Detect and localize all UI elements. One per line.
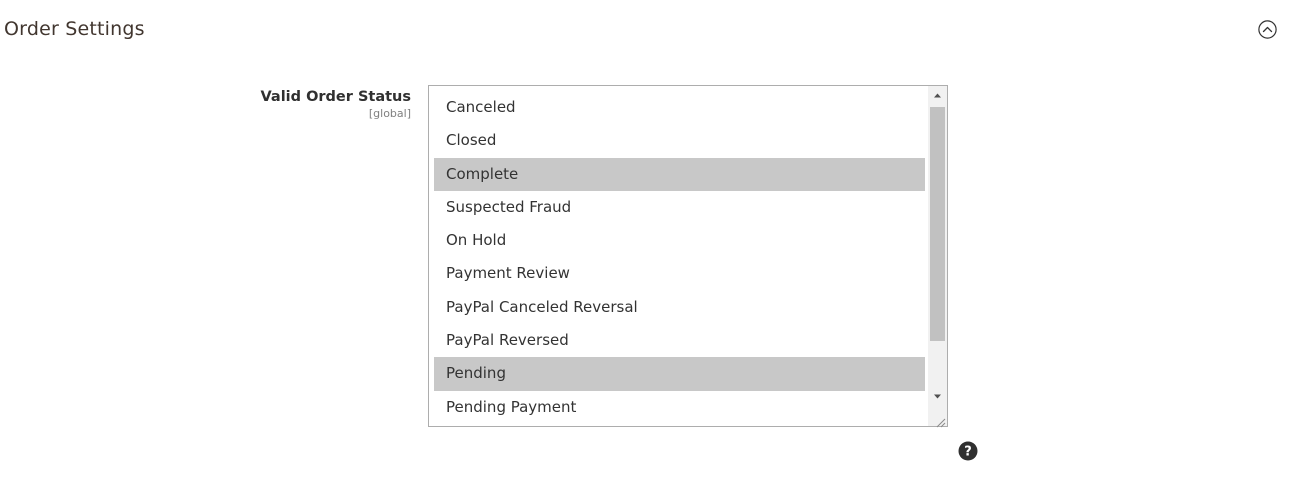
option-list: Canceled Closed Complete Suspected Fraud On … — [434, 91, 925, 424]
svg-text:?: ? — [964, 445, 972, 460]
option-item[interactable]: Pending — [434, 357, 925, 391]
arrow-down-icon — [934, 394, 941, 399]
collapse-section-button[interactable] — [1258, 20, 1277, 39]
arrow-up-icon — [934, 93, 941, 98]
field-scope: [global] — [368, 107, 411, 120]
scroll-thumb[interactable] — [930, 107, 945, 341]
valid-order-status-multiselect[interactable]: Canceled Closed Complete Suspected Fraud On … — [428, 85, 948, 428]
option-item[interactable]: Complete — [434, 157, 925, 191]
admin-config-page: Order Settings Valid Order Status [globa… — [0, 0, 1293, 480]
section-title: Order Settings — [4, 18, 145, 40]
resize-grip-icon[interactable] — [934, 413, 946, 428]
option-item[interactable]: Suspected Fraud — [434, 191, 925, 224]
option-item[interactable]: On Hold — [434, 224, 925, 257]
scroll-up-button[interactable] — [928, 86, 947, 105]
option-item[interactable]: PayPal Canceled Reversal — [434, 291, 925, 324]
scroll-down-button[interactable] — [928, 387, 947, 406]
option-item[interactable]: PayPal Reversed — [434, 324, 925, 357]
question-circle-icon: ? — [958, 441, 978, 461]
chevron-up-circle-icon — [1258, 20, 1277, 39]
option-item[interactable]: Canceled — [434, 91, 925, 124]
field-label-group: Valid Order Status [global] — [151, 87, 411, 121]
field-label: Valid Order Status — [260, 89, 411, 105]
option-item[interactable]: Payment Review — [434, 257, 925, 290]
option-item[interactable]: Closed — [434, 124, 925, 157]
help-button[interactable]: ? — [958, 441, 978, 461]
option-item[interactable]: Pending Payment — [434, 391, 925, 424]
scrollbar[interactable] — [928, 86, 947, 426]
